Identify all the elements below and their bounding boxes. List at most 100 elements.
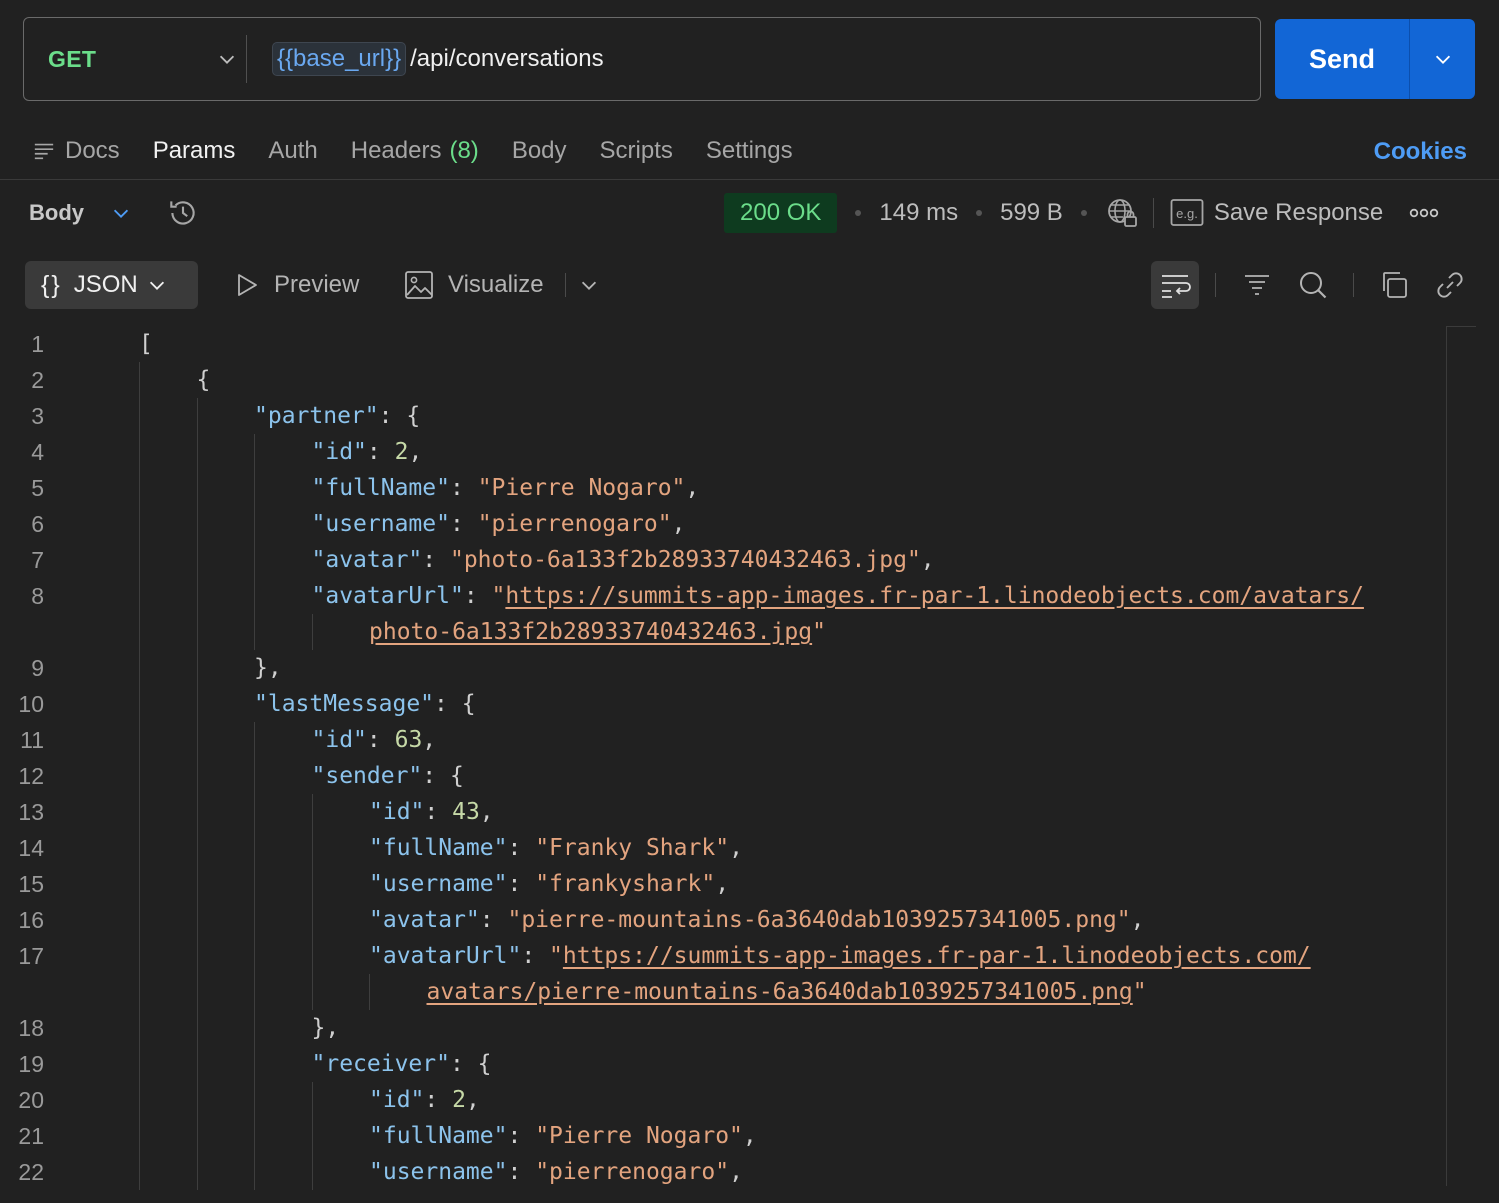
tab-headers[interactable]: Headers (8) [351, 137, 479, 165]
indent-guide [139, 506, 140, 542]
status-badge[interactable]: 200 OK [724, 193, 838, 233]
indent-guide [254, 938, 255, 974]
url-variable[interactable]: {{base_url}} [272, 42, 407, 76]
code-token: "avatar" [369, 907, 480, 933]
indent-guide [196, 686, 198, 722]
code-token: : [424, 1087, 453, 1113]
chevron-down-icon [581, 281, 597, 290]
indent-guide [139, 470, 140, 506]
code-token: , [920, 547, 935, 573]
indent-guide [196, 398, 198, 434]
globe-lock-icon[interactable] [1105, 196, 1139, 230]
visualize-icon [405, 271, 433, 299]
url-path: /api/conversations [410, 45, 604, 72]
indent-guide [139, 614, 140, 650]
indent-guide [196, 434, 198, 470]
tab-params-label: Params [152, 137, 236, 164]
example-icon[interactable]: e.g. [1170, 198, 1204, 228]
tab-auth[interactable]: Auth [268, 137, 317, 165]
indent-guide [254, 614, 255, 650]
indent-guide [254, 578, 255, 614]
indent-guide [139, 686, 140, 722]
code-token: "photo-6a133f2b28933740432463.jpg" [449, 547, 921, 573]
visualize-button[interactable]: Visualize [404, 261, 544, 309]
indent-guide [139, 1118, 140, 1154]
code-token: : [507, 1123, 536, 1149]
code-text: "avatar": "pierre-mountains-6a3640dab103… [369, 902, 1144, 938]
indent-guide [254, 974, 255, 1010]
visualize-options-button[interactable] [578, 261, 614, 309]
preview-button[interactable]: Preview [234, 261, 359, 309]
code-token: , [422, 727, 437, 753]
link-button[interactable] [1431, 266, 1469, 304]
filter-button[interactable] [1238, 266, 1276, 304]
indent-guide [254, 542, 255, 578]
save-response-button[interactable]: Save Response [1214, 199, 1383, 227]
code-token: [ [139, 331, 153, 357]
send-options-button[interactable] [1410, 19, 1475, 99]
indent-guide [196, 1010, 198, 1046]
code-token: "lastMessage" [254, 691, 435, 717]
url-input[interactable]: {{base_url}} /api/conversations [272, 18, 604, 100]
tab-docs[interactable]: Docs [33, 137, 120, 165]
url-token[interactable]: https://summits-app-images.fr-par-1.lino… [505, 583, 1364, 609]
code-line: 20 "id": 2, [0, 1082, 1446, 1118]
response-time[interactable]: 149 ms [879, 199, 958, 227]
indent-guide [196, 794, 198, 830]
method-label: GET [48, 45, 97, 72]
code-text: "id": 43, [369, 794, 494, 830]
copy-button[interactable] [1375, 266, 1413, 304]
response-size[interactable]: 599 B [1000, 199, 1063, 227]
more-icon[interactable] [1409, 206, 1439, 220]
code-line: 4 "id": 2, [0, 434, 1446, 470]
code-token: 63 [394, 727, 423, 753]
cookies-link[interactable]: Cookies [1374, 138, 1467, 166]
line-number: 21 [18, 1123, 44, 1149]
code-token: , [729, 835, 743, 861]
method-select[interactable]: GET [48, 18, 238, 100]
code-token: }, [311, 1015, 340, 1041]
code-text: avatars/pierre-mountains-6a3640dab103925… [427, 974, 1147, 1010]
code-token: }, [254, 655, 282, 681]
code-token: , [715, 871, 730, 897]
code-text: "username": "frankyshark", [369, 866, 729, 902]
indent-guide [196, 1154, 198, 1190]
scrollbar-track[interactable] [1446, 326, 1447, 1186]
code-text: { [197, 362, 211, 398]
separator-dot [1080, 210, 1087, 216]
code-token: : { [378, 403, 421, 429]
tab-body[interactable]: Body [512, 137, 567, 165]
url-token[interactable]: https://summits-app-images.fr-par-1.lino… [563, 943, 1311, 969]
indent-guide [254, 722, 255, 758]
indent-guide [139, 362, 140, 398]
tab-params[interactable]: Params [153, 137, 236, 165]
indent-guide [139, 650, 140, 686]
indent-guide [139, 902, 140, 938]
search-button[interactable] [1294, 266, 1332, 304]
history-icon[interactable] [166, 196, 200, 230]
indent-guide [311, 1154, 313, 1190]
url-token[interactable]: avatars/pierre-mountains-6a3640dab103925… [427, 979, 1133, 1005]
indent-guide [311, 866, 313, 902]
tab-settings[interactable]: Settings [706, 137, 793, 165]
code-token: "pierre-mountains-6a3640dab1039257341005… [507, 907, 1131, 933]
request-bar: GET {{base_url}} /api/conversations [23, 17, 1261, 101]
code-text: "partner": { [254, 398, 420, 434]
wrap-lines-button[interactable] [1151, 261, 1199, 309]
code-token: : [366, 727, 395, 753]
line-number: 6 [31, 511, 44, 537]
code-token: "fullName" [369, 835, 508, 861]
send-button[interactable]: Send [1275, 19, 1409, 99]
url-token[interactable]: photo-6a133f2b28933740432463.jpg [369, 619, 812, 645]
indent-guide [196, 758, 198, 794]
tab-scripts[interactable]: Scripts [600, 137, 673, 165]
code-token: : { [422, 763, 464, 789]
indent-guide [254, 794, 255, 830]
code-text: "lastMessage": { [254, 686, 476, 722]
chevron-down-icon[interactable] [110, 202, 132, 224]
code-token: , [479, 799, 494, 825]
send-button-group: Send [1275, 19, 1475, 99]
format-json-select[interactable]: {} JSON [25, 261, 198, 309]
scrollbar-track-top [1446, 326, 1476, 327]
code-token: "sender" [311, 763, 423, 789]
